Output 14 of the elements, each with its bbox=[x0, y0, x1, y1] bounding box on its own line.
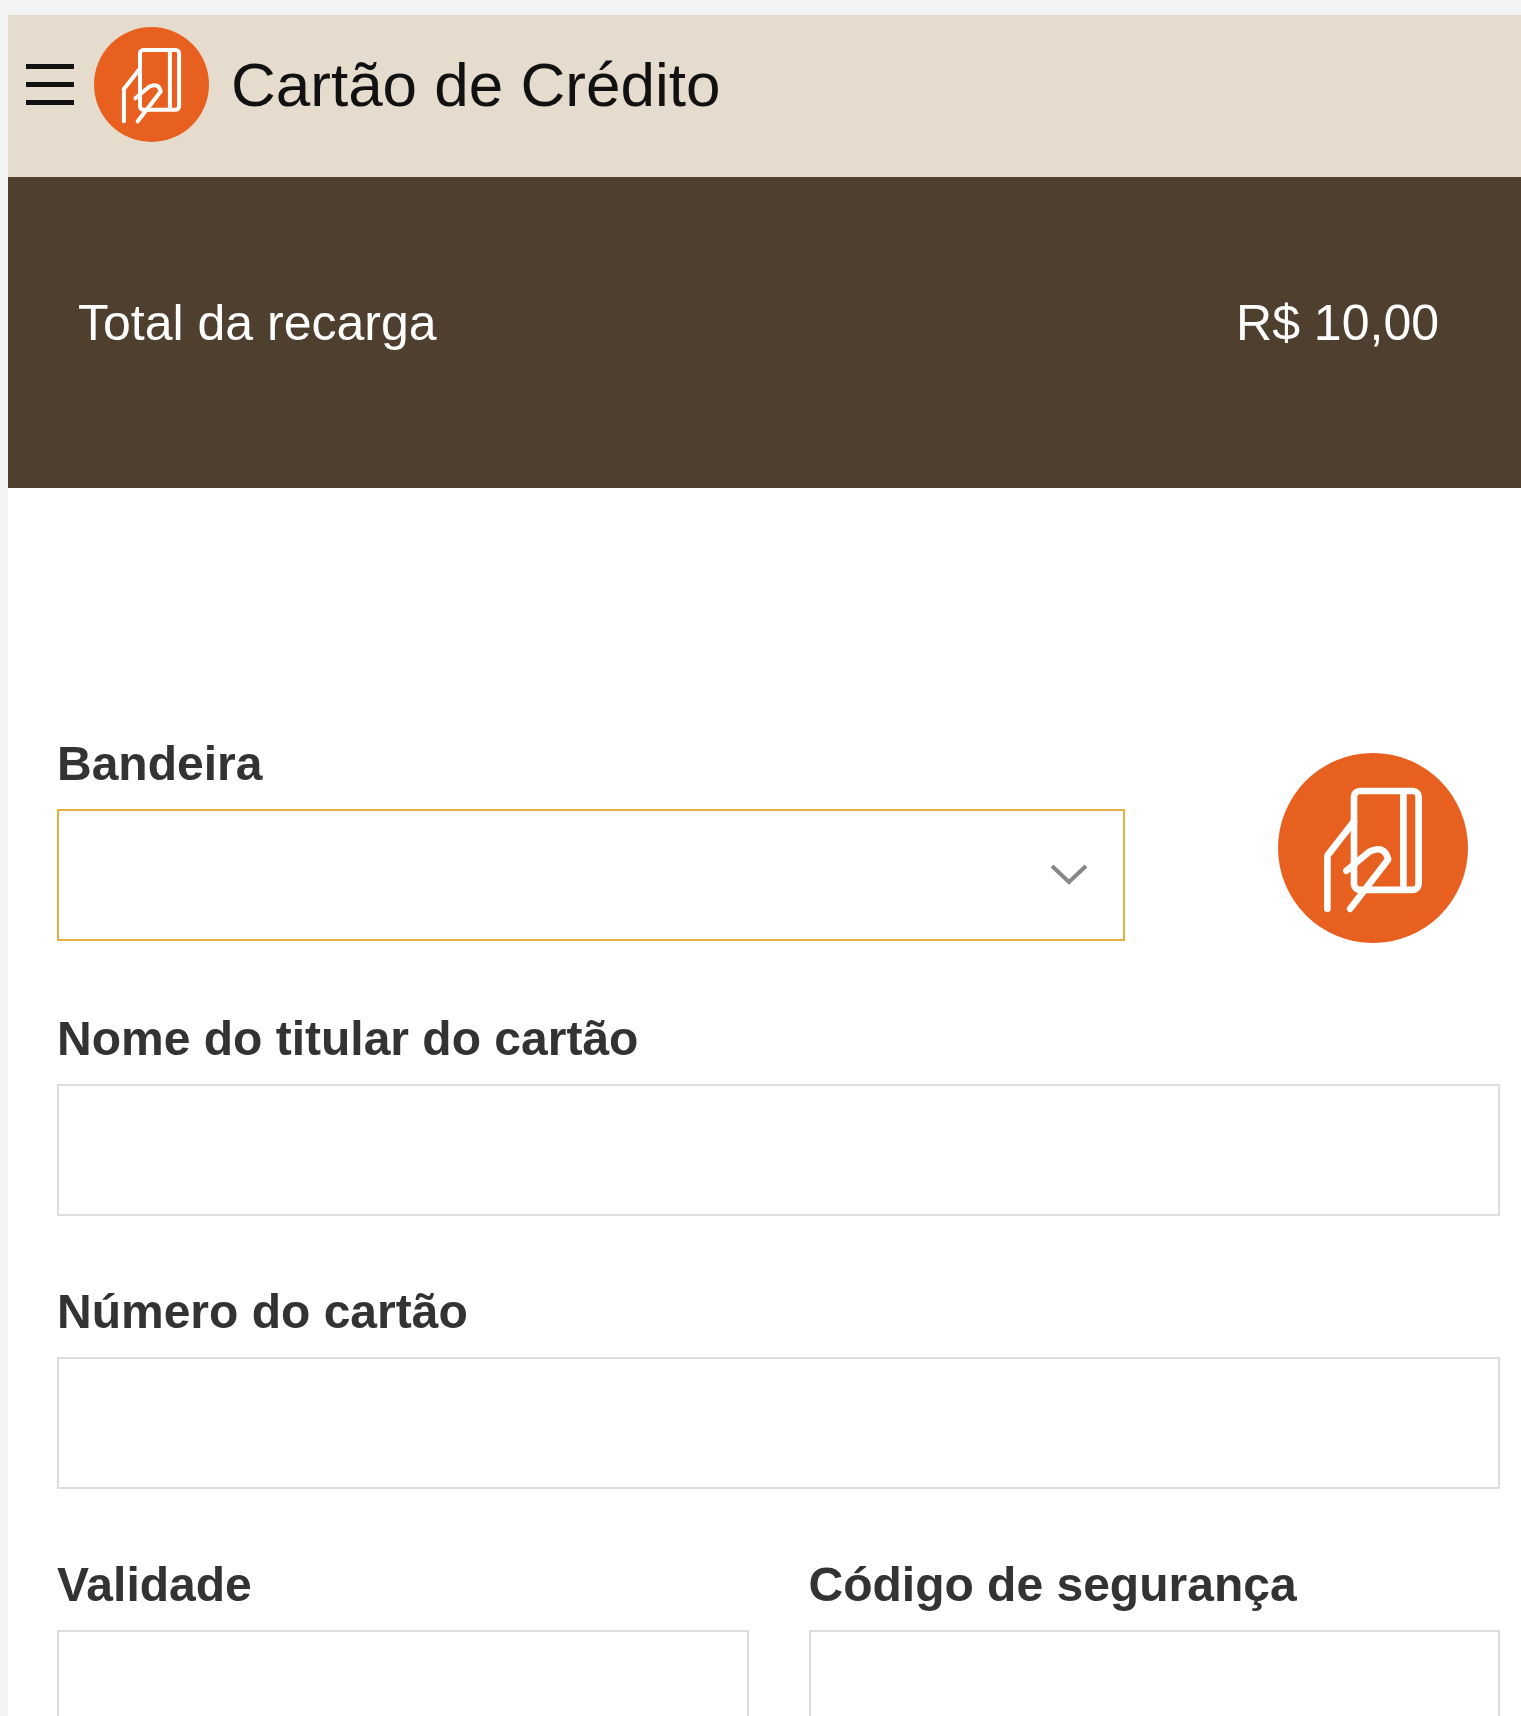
field-label: Código de segurança bbox=[808, 1557, 1298, 1612]
field-label: Validade bbox=[57, 1557, 253, 1612]
card-icon bbox=[1277, 753, 1468, 943]
input-field[interactable] bbox=[57, 1084, 1500, 1216]
field-label: Nome do titular do cartão bbox=[57, 1011, 640, 1066]
input-field[interactable] bbox=[57, 1357, 1500, 1489]
page-title: Cartão de Crédito bbox=[231, 48, 721, 120]
field-label: Bandeira bbox=[57, 735, 264, 791]
total-label: Total da recarga bbox=[78, 293, 437, 352]
chevron-down-icon bbox=[1049, 862, 1089, 887]
field-label: Número do cartão bbox=[57, 1284, 469, 1339]
dropdown-field[interactable] bbox=[57, 808, 1125, 941]
card-icon bbox=[94, 26, 209, 142]
total-amount: R$ 10,00 bbox=[1236, 293, 1439, 352]
